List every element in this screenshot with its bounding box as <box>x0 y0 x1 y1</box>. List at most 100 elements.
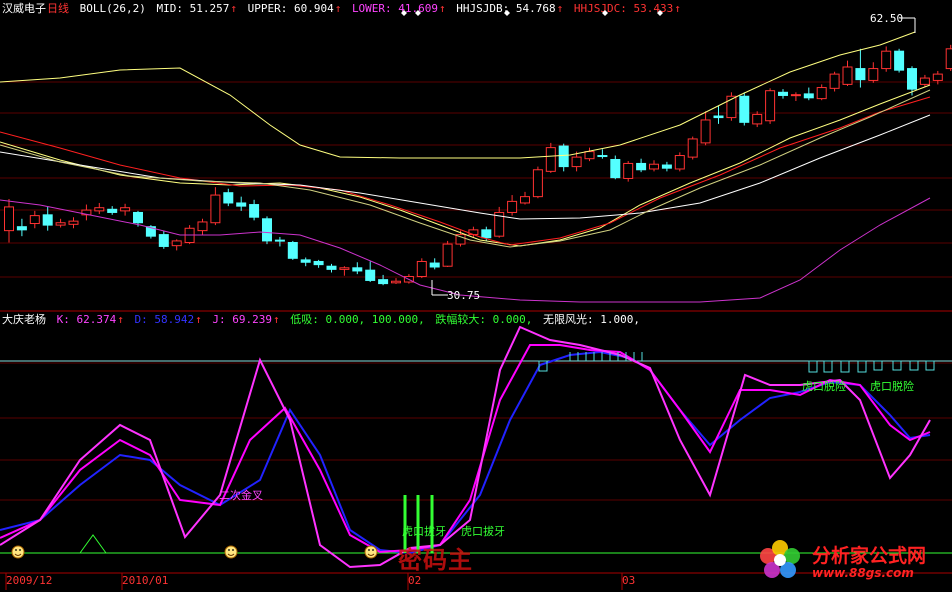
high-price-marker: 62.50 <box>870 12 904 25</box>
date-label: 2010/01 <box>122 574 169 587</box>
k-line <box>0 344 931 554</box>
candle-body <box>816 87 827 100</box>
candle-body <box>416 260 427 277</box>
candle-body <box>752 113 763 125</box>
candle-body <box>313 260 324 266</box>
candle-body <box>661 164 672 169</box>
candle-body <box>236 202 247 207</box>
candle-body <box>158 234 169 247</box>
candle-body <box>881 50 892 70</box>
candle-body <box>352 267 363 272</box>
candle-body <box>29 215 40 225</box>
candle-body <box>700 119 711 144</box>
candle-body <box>932 73 943 81</box>
candle-body <box>919 77 930 85</box>
annot-hukou-2: 虎口拔牙 <box>461 525 505 538</box>
candle-body <box>649 163 659 170</box>
annot-tuoxian-2: 虎口脱险 <box>870 380 914 393</box>
event-marker-icon <box>657 10 663 16</box>
candle-body <box>520 196 530 204</box>
candle-body <box>94 207 105 212</box>
candle-body <box>68 220 79 225</box>
smiley-eye <box>232 549 234 551</box>
candle-body <box>326 265 337 270</box>
candle-body <box>107 208 118 213</box>
smiley-eye <box>19 549 21 551</box>
level-tick <box>909 360 919 371</box>
candle-body <box>571 156 582 168</box>
candle-body <box>597 155 608 158</box>
candle-body <box>558 145 569 168</box>
candle-body <box>171 240 182 247</box>
candle-body <box>829 73 840 89</box>
smiley-icon <box>364 545 378 559</box>
candle-body <box>623 162 634 179</box>
annot-tuoxian-1: 虎口脱险 <box>802 380 846 393</box>
candle-body <box>739 95 750 123</box>
candle-body <box>391 280 401 284</box>
candle-body <box>365 269 376 281</box>
candle-body <box>907 68 917 90</box>
candle-body <box>4 206 14 232</box>
candle-body <box>120 207 131 212</box>
candle-body <box>894 50 905 71</box>
candle-body <box>790 94 801 97</box>
candle-body <box>287 241 298 259</box>
candle-body <box>778 91 788 96</box>
candle-body <box>610 158 621 179</box>
level-tick <box>873 360 883 371</box>
candle-body <box>55 222 66 226</box>
smiley-icon <box>224 545 238 559</box>
smiley-eye <box>15 549 17 551</box>
candle-body <box>713 115 724 119</box>
candle-body <box>507 200 518 213</box>
date-label: 2009/12 <box>6 574 53 587</box>
smiley-eye <box>372 549 374 551</box>
candle-body <box>197 221 208 232</box>
candle-body <box>868 68 879 81</box>
candle-body <box>674 155 685 170</box>
level-tick <box>925 360 935 371</box>
event-marker-icon <box>415 10 421 16</box>
candle-body <box>429 262 440 268</box>
candle-body <box>481 229 492 239</box>
candle-body <box>636 162 647 171</box>
candle-body <box>842 66 853 85</box>
candle-body <box>300 259 311 263</box>
candle-body <box>532 169 543 198</box>
event-marker-icon <box>401 10 407 16</box>
candle-body <box>468 229 479 236</box>
watermark-right: 分析家公式网 <box>812 545 927 567</box>
annot-hukou-1: 虎口拔牙 <box>402 525 446 538</box>
event-marker-icon <box>504 10 510 16</box>
signal-triangle-icon <box>79 534 107 554</box>
watermark-url: www.88gs.com <box>812 566 914 580</box>
candle-body <box>545 147 556 172</box>
candle-body <box>687 138 698 158</box>
candle-body <box>803 93 814 99</box>
logo-center-icon <box>774 554 786 566</box>
candle-body <box>223 192 234 204</box>
candle-body <box>945 48 952 70</box>
event-marker-icon <box>602 10 608 16</box>
candle-body <box>133 211 143 224</box>
candle-body <box>339 267 350 270</box>
level-tick <box>892 360 902 371</box>
low-price-marker: 30.75 <box>447 289 481 302</box>
candle-body <box>378 279 389 285</box>
candle-body <box>274 239 285 242</box>
smiley-icon <box>11 545 25 559</box>
date-label: 03 <box>622 574 636 587</box>
annot-golden-cross: 二次金叉 <box>219 489 263 502</box>
ma-yellow <box>0 89 931 248</box>
smiley-eye <box>228 549 230 551</box>
candle-body <box>855 68 866 81</box>
smiley-eye <box>368 549 370 551</box>
candle-body <box>42 214 53 226</box>
watermark-left: 密码主 <box>398 546 473 574</box>
candle-body <box>765 90 776 122</box>
candle-body <box>584 151 595 160</box>
candle-body <box>16 226 27 231</box>
candle-body <box>262 218 272 242</box>
date-label: 02 <box>408 574 422 587</box>
